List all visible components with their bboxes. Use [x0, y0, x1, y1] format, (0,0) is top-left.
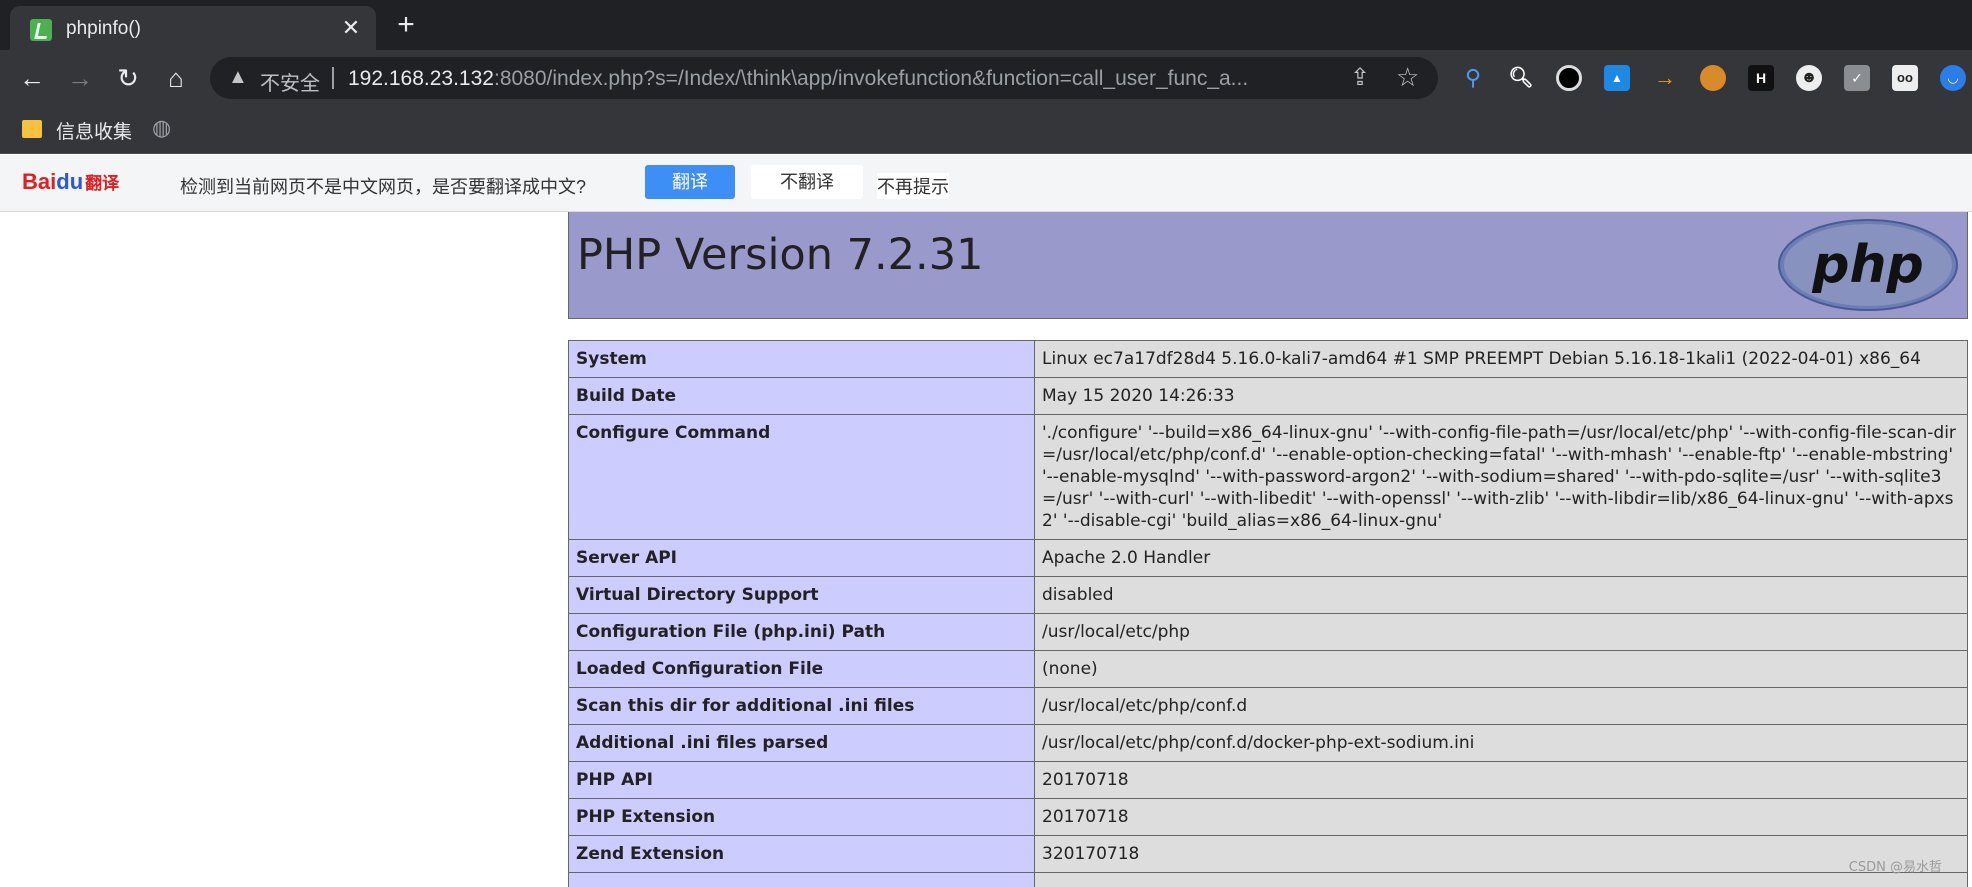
- glasses-icon[interactable]: oo: [1892, 65, 1918, 91]
- tab-strip: phpinfo() ✕ +: [0, 0, 1972, 50]
- row-key: Server API: [568, 539, 1035, 577]
- share-icon[interactable]: ⇪: [1350, 63, 1370, 92]
- php-logo[interactable]: php: [1777, 218, 1959, 312]
- row-key: Scan this dir for additional .ini files: [568, 687, 1035, 725]
- globe-icon[interactable]: ◍: [152, 115, 171, 141]
- translate-message: 检测到当前网页不是中文网页，是否要翻译成中文?: [180, 177, 587, 197]
- row-key: Configuration File (php.ini) Path: [568, 613, 1035, 651]
- mask-icon[interactable]: ◡: [1940, 65, 1966, 91]
- cookie-icon[interactable]: [1700, 65, 1726, 91]
- row-value: 20170718: [1034, 761, 1968, 799]
- row-value: disabled: [1034, 576, 1968, 614]
- row-value: [1034, 872, 1968, 887]
- baidu-translate-logo: Baidu 翻译: [22, 169, 119, 195]
- bookmarks-bar: 信息收集 ◍: [0, 106, 1972, 154]
- row-value: /usr/local/etc/php/conf.d/docker-php-ext…: [1034, 724, 1968, 762]
- url-text[interactable]: 192.168.23.132:8080/index.php?s=/Index/\…: [348, 67, 1288, 91]
- row-value: 20170718: [1034, 798, 1968, 836]
- row-value: Apache 2.0 Handler: [1034, 539, 1968, 577]
- table-row: PHP Extension 20170718: [568, 798, 1968, 836]
- row-value: (none): [1034, 650, 1968, 688]
- table-row: Configuration File (php.ini) Path/usr/lo…: [568, 613, 1968, 651]
- folder-icon: [22, 120, 42, 138]
- row-value: Linux ec7a17df28d4 5.16.0-kali7-amd64 #1…: [1034, 340, 1968, 378]
- h-icon[interactable]: H: [1748, 65, 1774, 91]
- image-icon[interactable]: ▲: [1604, 65, 1630, 91]
- table-row: [568, 872, 1968, 887]
- close-tab-icon[interactable]: ✕: [338, 15, 364, 41]
- arrow-icon[interactable]: →: [1652, 65, 1678, 91]
- row-value: 320170718: [1034, 835, 1968, 873]
- row-key: Additional .ini files parsed: [568, 724, 1035, 762]
- reload-button[interactable]: ↻: [112, 62, 144, 94]
- warning-icon[interactable]: ▲: [228, 66, 248, 89]
- row-key: System: [568, 340, 1035, 378]
- row-key: [568, 872, 1035, 887]
- tab-title: phpinfo(): [66, 18, 141, 39]
- url-host: 192.168.23.132: [348, 67, 494, 90]
- table-row: Build Date May 15 2020 14:26:33: [568, 377, 1968, 415]
- table-row: Server API Apache 2.0 Handler: [568, 539, 1968, 577]
- row-key: Build Date: [568, 377, 1035, 415]
- translate-button[interactable]: 翻译: [645, 165, 735, 199]
- php-info-table: System Linux ec7a17df28d4 5.16.0-kali7-am…: [568, 340, 1968, 887]
- favicon-icon: [30, 19, 52, 41]
- row-key: PHP Extension: [568, 798, 1035, 836]
- circle-icon[interactable]: [1556, 65, 1582, 91]
- url-path: :8080/index.php?s=/Index/\think\app/invo…: [493, 67, 1249, 90]
- watermark: CSDN @易水哲: [1848, 860, 1942, 875]
- row-key: Configure Command: [568, 414, 1035, 540]
- forward-button[interactable]: →: [64, 62, 96, 94]
- table-row: PHP API 20170718: [568, 761, 1968, 799]
- bookmark-folder-label: 信息收集: [56, 122, 133, 143]
- location-pin-icon[interactable]: ⚲: [1460, 65, 1486, 91]
- row-key: Zend Extension: [568, 835, 1035, 873]
- php-logo-text: php: [1811, 235, 1923, 295]
- row-value: /usr/local/etc/php/conf.d: [1034, 687, 1968, 725]
- magnifier-icon[interactable]: 🔍︎: [1508, 65, 1534, 91]
- row-value: './configure' '--build=x86_64-linux-gnu'…: [1034, 414, 1968, 540]
- insecure-label[interactable]: 不安全: [260, 67, 320, 96]
- table-row: Additional .ini files parsed/usr/local/e…: [568, 724, 1968, 762]
- row-key: PHP API: [568, 761, 1035, 799]
- new-tab-button[interactable]: +: [390, 10, 422, 42]
- row-value: May 15 2020 14:26:33: [1034, 377, 1968, 415]
- row-value: /usr/local/etc/php: [1034, 613, 1968, 651]
- baidu-logo-bai: Bai: [22, 169, 57, 194]
- table-row: System Linux ec7a17df28d4 5.16.0-kali7-am…: [568, 340, 1968, 378]
- no-translate-button[interactable]: 不翻译: [751, 165, 863, 199]
- address-bar[interactable]: ▲ 不安全 192.168.23.132:8080/index.php?s=/I…: [210, 57, 1438, 99]
- tab-phpinfo[interactable]: phpinfo() ✕: [10, 6, 376, 50]
- table-row: Zend Extension 320170718: [568, 835, 1968, 873]
- row-key: Loaded Configuration File: [568, 650, 1035, 688]
- bookmark-star-icon[interactable]: ☆: [1396, 62, 1419, 93]
- table-row: Loaded Configuration File (none): [568, 650, 1968, 688]
- back-button[interactable]: ←: [16, 62, 48, 94]
- page-content: PHP Version 7.2.31 php System Linux ec7a1…: [0, 212, 1972, 887]
- browser-toolbar: ← → ↻ ⌂ ▲ 不安全 192.168.23.132:8080/index.…: [0, 50, 1972, 106]
- baidu-logo-du: du: [56, 169, 84, 194]
- php-version-header: PHP Version 7.2.31 php: [568, 212, 1968, 319]
- row-key: Virtual Directory Support: [568, 576, 1035, 614]
- baidu-logo-fanyi: 翻译: [85, 174, 120, 193]
- no-remind-button[interactable]: 不再提示: [877, 173, 949, 199]
- address-separator: [332, 67, 334, 89]
- table-row: Virtual Directory Support disabled: [568, 576, 1968, 614]
- code-icon[interactable]: ✓: [1844, 65, 1870, 91]
- ghost-icon[interactable]: ☻: [1796, 65, 1822, 91]
- table-row: Scan this dir for additional .ini files /…: [568, 687, 1968, 725]
- translate-bar: Baidu 翻译 检测到当前网页不是中文网页，是否要翻译成中文? 翻译 不翻译 不…: [0, 155, 1972, 212]
- table-row: Configure Command './configure' '--build=…: [568, 414, 1968, 540]
- home-button[interactable]: ⌂: [160, 62, 192, 94]
- page-title: PHP Version 7.2.31: [577, 230, 984, 280]
